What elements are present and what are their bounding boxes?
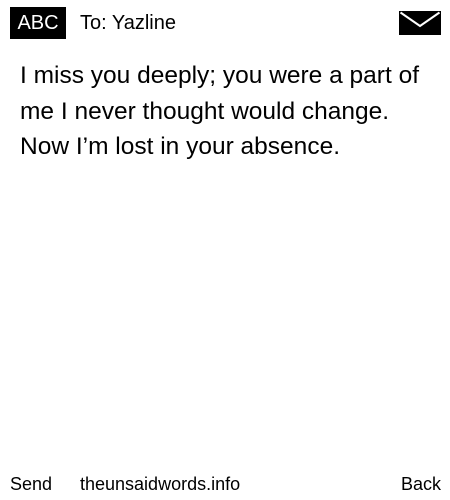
envelope-icon bbox=[399, 11, 441, 35]
input-mode-indicator[interactable]: ABC bbox=[10, 7, 66, 39]
site-label: theunsaidwords.info bbox=[80, 474, 241, 494]
back-button[interactable]: Back bbox=[401, 468, 441, 500]
recipient-label: To: Yazline bbox=[80, 12, 176, 34]
softkey-bar: Send theunsaidwords.info Back bbox=[0, 468, 450, 500]
message-body[interactable]: I miss you deeply; you were a part of me… bbox=[20, 58, 435, 165]
message-header: ABC To: Yazline bbox=[0, 0, 450, 46]
send-button[interactable]: Send bbox=[10, 468, 52, 500]
